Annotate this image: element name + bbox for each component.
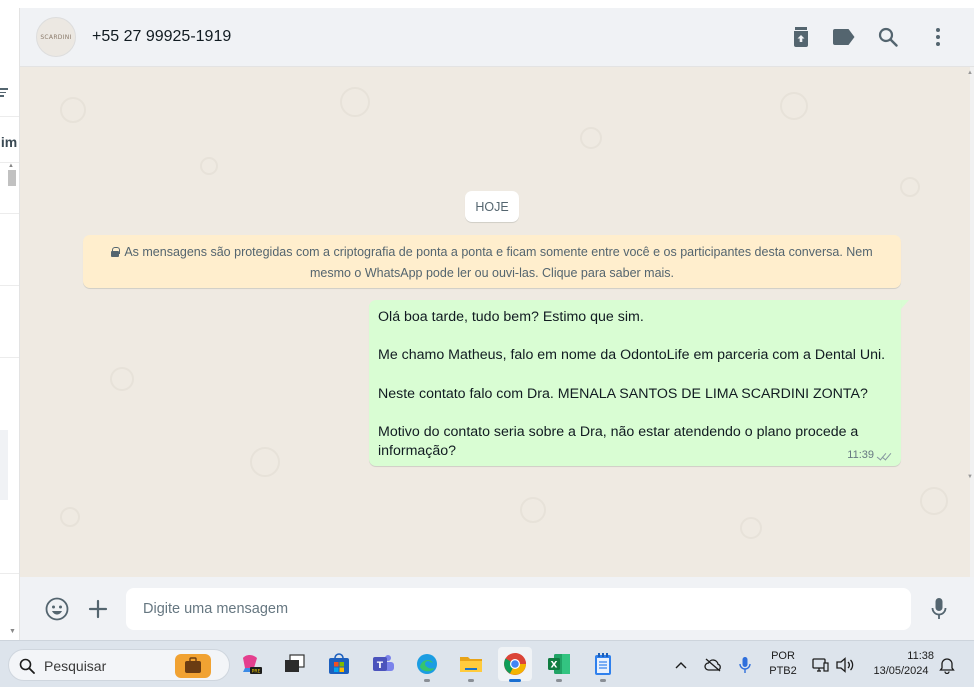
filter-icon[interactable]: [0, 88, 8, 97]
store-icon[interactable]: [322, 647, 356, 681]
wallpaper-doodle: [520, 497, 546, 523]
mic-icon[interactable]: [926, 596, 952, 622]
divider: [0, 573, 19, 574]
divider: [0, 213, 19, 214]
wallpaper-doodle: [250, 447, 280, 477]
chevron-up-icon[interactable]: [672, 656, 690, 674]
wallpaper-doodle: [60, 97, 86, 123]
search-label: Pesquisar: [44, 658, 107, 674]
menu-icon[interactable]: [926, 25, 950, 49]
scroll-up-arrow-icon[interactable]: ▲: [8, 163, 14, 169]
running-indicator: [556, 679, 562, 682]
keyboard-layout: PTB2: [769, 665, 797, 677]
top-strip: [0, 0, 974, 8]
sidebar-partial-text: lim: [0, 134, 18, 150]
chat-conversation: HOJE As mensagens são protegidas com a c…: [20, 67, 970, 577]
wallpaper-doodle: [580, 127, 602, 149]
microphone-tray-icon[interactable]: [736, 656, 754, 674]
notepad-icon[interactable]: [586, 647, 620, 682]
wallpaper-doodle: [340, 87, 370, 117]
contact-name[interactable]: +55 27 99925-1919: [92, 28, 231, 46]
briefcase-icon: [175, 654, 211, 678]
copilot-pre-icon[interactable]: PRE: [234, 647, 268, 681]
volume-icon[interactable]: [836, 656, 854, 674]
message-composer: [20, 577, 974, 640]
attach-icon[interactable]: [85, 596, 111, 622]
task-view-icon[interactable]: [278, 647, 312, 681]
scroll-down-arrow-icon[interactable]: ▼: [967, 474, 973, 480]
avatar[interactable]: SCARDINI: [36, 17, 76, 57]
running-indicator: [600, 679, 606, 682]
message-time: 11:39: [847, 449, 874, 461]
wallpaper-doodle: [780, 92, 808, 120]
message-line: Me chamo Matheus, falo em nome da Odonto…: [378, 347, 886, 364]
clock-time: 11:38: [907, 650, 934, 662]
active-indicator: [509, 679, 521, 682]
message-line: Neste contato falo com Dra. MENALA SANTO…: [378, 385, 868, 402]
excel-icon[interactable]: X: [542, 647, 576, 682]
encryption-notice-text: As mensagens são protegidas com a cripto…: [124, 245, 873, 280]
network-icon[interactable]: [811, 656, 829, 674]
scroll-up-arrow-icon[interactable]: ▲: [967, 70, 973, 76]
chat-list-item-selected[interactable]: [0, 430, 8, 500]
divider: [0, 116, 19, 117]
svg-text:X: X: [551, 661, 558, 671]
archive-icon[interactable]: [789, 25, 813, 49]
edge-icon[interactable]: [410, 647, 444, 682]
search-icon: [19, 658, 35, 679]
message-meta: 11:39: [847, 449, 893, 461]
input-language[interactable]: POR PTB2: [766, 649, 800, 679]
wallpaper-doodle: [200, 157, 218, 175]
wallpaper-doodle: [920, 487, 948, 515]
notification-bell-icon[interactable]: [938, 656, 956, 674]
label-icon[interactable]: [832, 25, 856, 49]
divider: [0, 285, 19, 286]
bubble-tail: [901, 300, 909, 309]
windows-taskbar: Pesquisar PRE T X POR PTB2 11:38 13/05/2…: [0, 640, 974, 687]
emoji-icon[interactable]: [44, 596, 70, 622]
cloud-offline-icon[interactable]: [704, 656, 722, 674]
taskbar-search[interactable]: Pesquisar: [8, 649, 230, 681]
avatar-text: SCARDINI: [40, 33, 72, 41]
message-input[interactable]: [126, 588, 911, 630]
double-check-icon: [876, 450, 893, 461]
language-code: POR: [771, 650, 795, 662]
message-line: informação?: [378, 443, 457, 460]
wallpaper-doodle: [900, 177, 920, 197]
sidebar-scrollbar-thumb[interactable]: [8, 170, 16, 186]
running-indicator: [468, 679, 474, 682]
svg-text:PRE: PRE: [252, 669, 261, 675]
file-explorer-icon[interactable]: [454, 647, 488, 682]
chat-header: SCARDINI +55 27 99925-1919: [20, 8, 974, 67]
outgoing-message[interactable]: Olá boa tarde, tudo bem? Estimo que sim.…: [369, 300, 901, 466]
lock-icon: [111, 247, 121, 257]
encryption-notice[interactable]: As mensagens são protegidas com a cripto…: [83, 235, 901, 288]
wallpaper-doodle: [60, 507, 80, 527]
running-indicator: [424, 679, 430, 682]
wallpaper-doodle: [110, 367, 134, 391]
svg-text:T: T: [377, 661, 384, 671]
message-line: Motivo do contato seria sobre a Dra, não…: [378, 423, 859, 440]
date-divider: HOJE: [465, 191, 519, 222]
chat-scrollbar[interactable]: [970, 67, 974, 577]
divider: [0, 357, 19, 358]
screen: lim ▲ ▼ SCARDINI +55 27 99925-1919: [0, 0, 974, 687]
search-icon[interactable]: [876, 25, 900, 49]
clock[interactable]: 11:38 13/05/2024: [868, 649, 934, 679]
chat-list-sidebar: lim ▲ ▼: [0, 8, 20, 640]
clock-date: 13/05/2024: [873, 665, 929, 677]
teams-icon[interactable]: T: [366, 647, 400, 681]
scroll-down-arrow-icon[interactable]: ▼: [9, 628, 16, 635]
wallpaper-doodle: [740, 517, 762, 539]
message-line: Olá boa tarde, tudo bem? Estimo que sim.: [378, 309, 644, 325]
chrome-icon[interactable]: [498, 647, 532, 682]
